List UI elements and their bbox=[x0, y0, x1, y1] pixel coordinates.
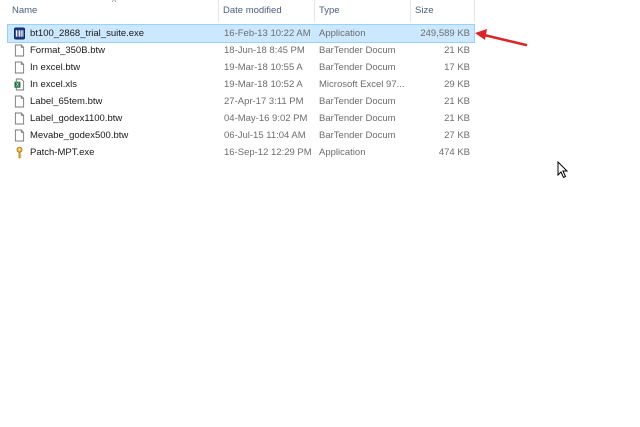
file-date: 27-Apr-17 3:11 PM bbox=[224, 96, 304, 107]
file-name: Mevabe_godex500.btw bbox=[30, 130, 129, 141]
file-name: Label_65tem.btw bbox=[30, 96, 103, 107]
file-type: BarTender Docum bbox=[319, 96, 396, 107]
column-header-type[interactable]: Type bbox=[315, 0, 410, 22]
file-row[interactable]: Mevabe_godex500.btw 06-Jul-15 11:04 AM B… bbox=[8, 127, 474, 144]
file-name: In excel.btw bbox=[30, 62, 81, 73]
file-type: BarTender Docum bbox=[319, 62, 396, 73]
file-row[interactable]: X In excel.xls 19-Mar-18 10:52 A Microso… bbox=[8, 76, 474, 93]
file-name: In excel.xls bbox=[30, 79, 77, 90]
file-date: 06-Jul-15 11:04 AM bbox=[224, 130, 306, 141]
annotation-arrow-icon bbox=[475, 29, 528, 47]
column-header-name[interactable]: Name bbox=[8, 0, 218, 22]
column-header-size[interactable]: Size bbox=[411, 0, 474, 22]
file-date: 18-Jun-18 8:45 PM bbox=[224, 45, 305, 56]
file-size: 21 KB bbox=[444, 113, 470, 124]
document-icon bbox=[14, 95, 25, 108]
column-divider[interactable] bbox=[474, 0, 475, 22]
file-row[interactable]: Label_godex1100.btw 04-May-16 9:02 PM Ba… bbox=[8, 110, 474, 127]
file-size: 21 KB bbox=[444, 96, 470, 107]
file-size: 249,589 KB bbox=[420, 28, 470, 39]
svg-text:X: X bbox=[16, 83, 20, 89]
file-size: 474 KB bbox=[438, 147, 470, 158]
file-size: 17 KB bbox=[444, 62, 470, 73]
file-row[interactable]: In excel.btw 19-Mar-18 10:55 A BarTender… bbox=[8, 59, 474, 76]
mouse-cursor-icon bbox=[557, 161, 569, 179]
file-date: 19-Mar-18 10:52 A bbox=[224, 79, 303, 90]
file-row[interactable]: Patch-MPT.exe 16-Sep-12 12:29 PM Applica… bbox=[8, 144, 474, 161]
document-icon bbox=[14, 61, 25, 74]
file-date: 16-Feb-13 10:22 AM bbox=[224, 28, 311, 39]
file-type: Application bbox=[319, 28, 366, 39]
file-date: 19-Mar-18 10:55 A bbox=[224, 62, 303, 73]
file-row[interactable]: bt100_2868_trial_suite.exe 16-Feb-13 10:… bbox=[7, 24, 475, 43]
file-type: Application bbox=[319, 147, 366, 158]
file-size: 29 KB bbox=[444, 79, 470, 90]
key-icon bbox=[16, 146, 23, 159]
file-name: Patch-MPT.exe bbox=[30, 147, 95, 158]
file-row[interactable]: Format_350B.btw 18-Jun-18 8:45 PM BarTen… bbox=[8, 42, 474, 59]
column-header-bar: ^ Name Date modified Type Size bbox=[0, 0, 640, 22]
file-name: Label_godex1100.btw bbox=[30, 113, 123, 124]
document-icon bbox=[14, 44, 25, 57]
excel-icon: X bbox=[14, 78, 25, 91]
file-name: bt100_2868_trial_suite.exe bbox=[30, 28, 145, 39]
file-list: bt100_2868_trial_suite.exe 16-Feb-13 10:… bbox=[7, 24, 475, 161]
file-size: 27 KB bbox=[444, 130, 470, 141]
file-row[interactable]: Label_65tem.btw 27-Apr-17 3:11 PM BarTen… bbox=[8, 93, 474, 110]
file-date: 04-May-16 9:02 PM bbox=[224, 113, 308, 124]
file-date: 16-Sep-12 12:29 PM bbox=[224, 147, 312, 158]
file-name: Format_350B.btw bbox=[30, 45, 105, 56]
file-type: BarTender Docum bbox=[319, 45, 396, 56]
document-icon bbox=[14, 129, 25, 142]
file-type: Microsoft Excel 97... bbox=[319, 79, 405, 90]
column-header-date-modified[interactable]: Date modified bbox=[219, 0, 314, 22]
file-type: BarTender Docum bbox=[319, 113, 396, 124]
file-type: BarTender Docum bbox=[319, 130, 396, 141]
file-size: 21 KB bbox=[444, 45, 470, 56]
bartender-installer-icon bbox=[14, 27, 25, 40]
document-icon bbox=[14, 112, 25, 125]
